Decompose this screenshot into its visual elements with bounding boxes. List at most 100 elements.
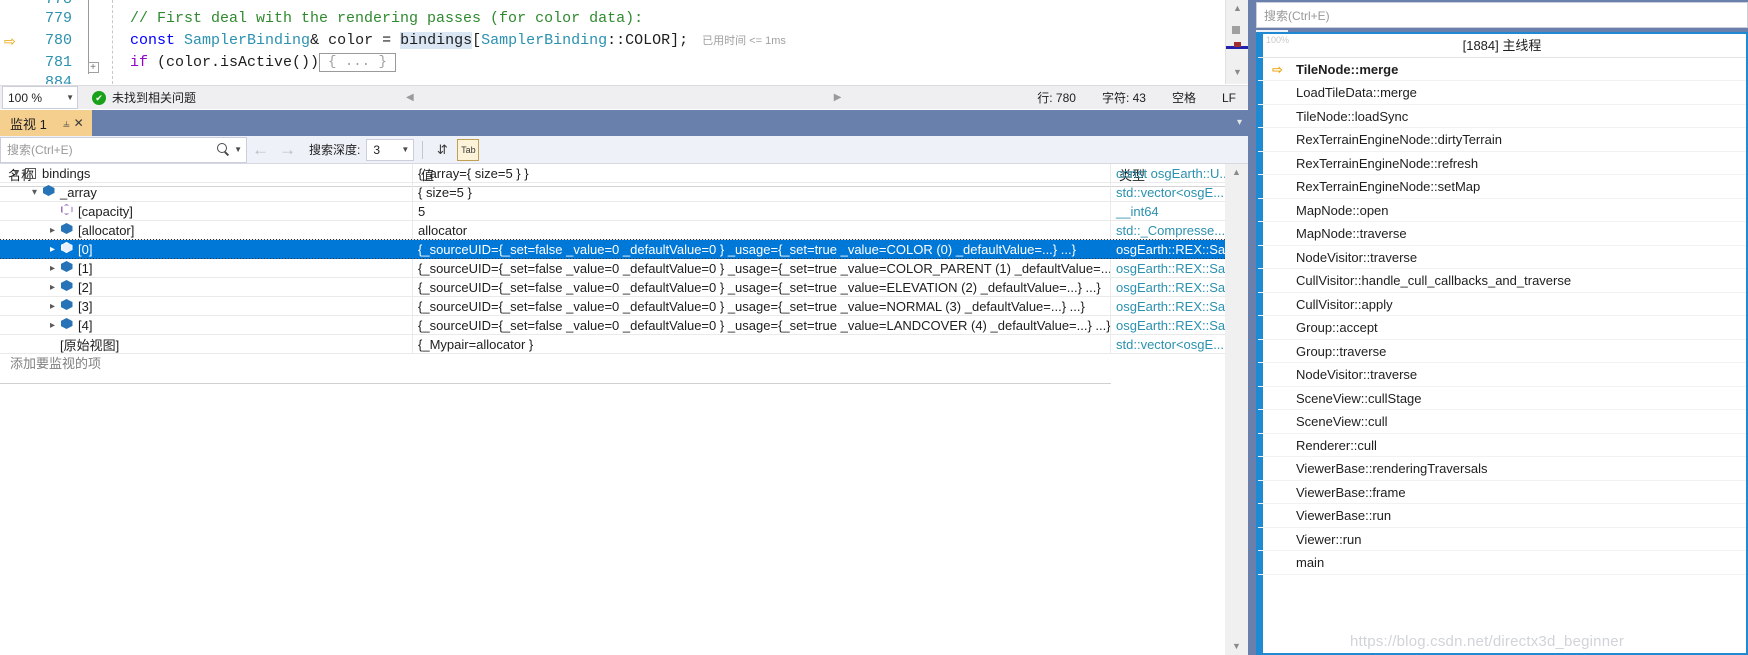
zoom-level-combobox[interactable]: 100 % ▼ <box>2 86 78 109</box>
expand-plus-icon[interactable]: + <box>87 62 99 74</box>
selected-identifier-bindings[interactable]: bindings <box>400 32 473 49</box>
row-expander-collapse[interactable] <box>10 168 23 179</box>
cell-value[interactable]: {_sourceUID={_set=false _value=0 _defaul… <box>413 277 1111 297</box>
table-row[interactable]: [0] {_sourceUID={_set=false _value=0 _def… <box>0 239 1248 259</box>
cell-name[interactable]: [capacity] <box>0 201 413 221</box>
status-indent-mode[interactable]: 空格 <box>1172 89 1196 106</box>
collapsed-block-box[interactable]: { ... } <box>319 52 396 72</box>
cell-name[interactable]: [2] <box>0 277 413 297</box>
call-stack-frame[interactable]: Viewer::run <box>1258 528 1746 551</box>
cell-name[interactable]: _array <box>0 182 413 202</box>
code-text-781[interactable]: if (color.isActive()){ ... } <box>130 52 396 73</box>
call-stack-frame[interactable]: RexTerrainEngineNode::refresh <box>1258 152 1746 175</box>
call-stack-frame[interactable]: Group::accept <box>1258 316 1746 340</box>
call-stack-frame[interactable]: LoadTileData::merge <box>1258 81 1746 105</box>
cell-value[interactable]: {_sourceUID={_set=false _value=0 _defaul… <box>413 296 1111 316</box>
cell-value[interactable]: { size=5 } <box>413 182 1111 202</box>
table-row[interactable]: [capacity] 5 __int64 <box>0 201 1248 221</box>
add-watch-item-row[interactable]: 添加要监视的项 <box>0 354 1248 374</box>
code-editor[interactable]: 778 779 // First deal with the rendering… <box>0 0 1240 84</box>
call-stack-frame[interactable]: Group::traverse <box>1258 340 1746 363</box>
scroll-down-arrow-icon[interactable]: ▼ <box>1226 64 1249 81</box>
call-stack-frame[interactable]: NodeVisitor::traverse <box>1258 363 1746 387</box>
call-stack-frame[interactable]: MapNode::traverse <box>1258 222 1746 246</box>
close-icon[interactable]: ✕ <box>74 116 84 130</box>
chevron-down-icon[interactable]: ▼ <box>401 145 409 154</box>
next-issue-arrow-icon[interactable]: ▶ <box>834 92 842 103</box>
cell-value[interactable]: {_sourceUID={_set=false _value=0 _defaul… <box>413 315 1111 335</box>
row-expander-expand[interactable] <box>46 244 59 255</box>
cell-name[interactable]: [4] <box>0 315 413 335</box>
call-stack-frame[interactable]: ViewerBase::frame <box>1258 481 1746 504</box>
pin-icon[interactable]: ⫨ <box>63 116 70 131</box>
search-prev-arrow-icon[interactable]: ← <box>252 140 269 160</box>
code-line-778[interactable]: 778 <box>0 0 1240 8</box>
table-row[interactable]: [allocator]allocatorstd::_Compresse... <box>0 220 1248 240</box>
table-row[interactable]: [1] {_sourceUID={_set=false _value=0 _def… <box>0 258 1248 278</box>
cell-value[interactable]: {_sourceUID={_set=false _value=0 _defaul… <box>413 258 1111 278</box>
table-row[interactable]: [4] {_sourceUID={_set=false _value=0 _def… <box>0 315 1248 335</box>
row-expander-expand[interactable] <box>46 301 59 312</box>
search-next-arrow-icon[interactable]: → <box>279 140 296 160</box>
code-line-884[interactable]: 884 <box>0 74 1240 84</box>
problems-status[interactable]: ✔ 未找到相关问题 <box>92 89 196 106</box>
call-stack-rows[interactable]: [1884] 主线程 ⇨ TileNode::merge LoadTileData::… <box>1258 34 1746 575</box>
code-line-781[interactable]: 781 + if (color.isActive()){ ... } <box>0 52 1240 74</box>
cell-value[interactable]: allocator <box>413 220 1111 240</box>
cell-value[interactable]: {_array={ size=5 } } <box>413 163 1111 183</box>
row-expander-collapse[interactable] <box>28 187 41 198</box>
watch-grid-body[interactable]: ⎯bindings{_array={ size=5 } }const osgEa… <box>0 163 1248 354</box>
call-stack-search-input[interactable]: 搜索(Ctrl+E) <box>1256 2 1748 28</box>
call-stack-frame[interactable]: CullVisitor::apply <box>1258 293 1746 316</box>
row-expander-expand[interactable] <box>46 225 59 236</box>
cell-name[interactable]: [allocator] <box>0 220 413 240</box>
compare-columns-button[interactable]: ⇵ <box>431 139 453 161</box>
call-stack-frame[interactable]: SceneView::cull <box>1258 410 1746 434</box>
call-stack-frame[interactable]: ViewerBase::renderingTraversals <box>1258 457 1746 481</box>
watch-search-input[interactable]: 搜索(Ctrl+E) ▼ <box>0 136 247 163</box>
table-row[interactable]: ⎯bindings{_array={ size=5 } }const osgEa… <box>0 163 1248 183</box>
row-expander-expand[interactable] <box>46 282 59 293</box>
call-stack-frame[interactable]: ⇨ TileNode::merge <box>1258 58 1746 81</box>
editor-vertical-scrollbar[interactable]: ▲ ▼ <box>1225 0 1249 84</box>
status-line-endings[interactable]: LF <box>1222 91 1236 105</box>
call-stack-frame[interactable]: main <box>1258 551 1746 575</box>
row-expander-expand[interactable] <box>46 320 59 331</box>
prev-issue-arrow-icon[interactable]: ◀ <box>406 92 414 103</box>
scroll-up-arrow-icon[interactable]: ▲ <box>1225 164 1248 181</box>
watch-vertical-scrollbar[interactable]: ▲ ▼ <box>1225 164 1248 655</box>
table-row[interactable]: [原始视图] {_Mypair=allocator } std::vector<os… <box>0 334 1248 354</box>
call-stack-frame[interactable]: RexTerrainEngineNode::dirtyTerrain <box>1258 128 1746 152</box>
scroll-up-arrow-icon[interactable]: ▲ <box>1226 0 1249 17</box>
cell-value[interactable]: {_Mypair=allocator } <box>413 334 1111 354</box>
call-stack-frame[interactable]: CullVisitor::handle_cull_callbacks_and_t… <box>1258 269 1746 293</box>
cell-name[interactable]: [原始视图] <box>0 334 413 354</box>
call-stack-frame[interactable]: SceneView::cullStage <box>1258 387 1746 410</box>
call-stack-frame[interactable]: ViewerBase::run <box>1258 504 1746 528</box>
cell-name[interactable]: ⎯ bindings <box>0 163 413 183</box>
call-stack-list[interactable]: 100% [1884] 主线程 ⇨ TileNode::merge LoadTileD… <box>1256 32 1748 655</box>
chevron-down-icon[interactable]: ▾ <box>1237 117 1242 128</box>
cell-name[interactable]: [0] <box>0 239 413 259</box>
row-expander-expand[interactable] <box>46 263 59 274</box>
code-line-780[interactable]: ⇨ 780 const SamplerBinding& color = bind… <box>0 30 1240 52</box>
call-stack-frame[interactable]: MapNode::open <box>1258 199 1746 222</box>
call-stack-frame[interactable]: RexTerrainEngineNode::setMap <box>1258 175 1746 199</box>
table-row[interactable]: [2] {_sourceUID={_set=false _value=0 _def… <box>0 277 1248 297</box>
code-line-779[interactable]: 779 // First deal with the rendering pas… <box>0 8 1240 30</box>
cell-name[interactable]: [3] <box>0 296 413 316</box>
chevron-down-icon[interactable]: ▼ <box>234 145 242 154</box>
search-depth-combobox[interactable]: 3 ▼ <box>366 138 415 161</box>
call-stack-frame[interactable]: NodeVisitor::traverse <box>1258 246 1746 269</box>
cell-value[interactable]: 5 <box>413 201 1111 221</box>
code-text-780[interactable]: const SamplerBinding& color = bindings[S… <box>130 30 786 52</box>
chevron-down-icon[interactable]: ▼ <box>66 93 74 102</box>
call-stack-frame[interactable]: TileNode::loadSync <box>1258 105 1746 128</box>
watch-grid[interactable]: 名称 值 类型 ⎯bindings{_array={ size=5 } }con… <box>0 163 1248 655</box>
search-icon[interactable] <box>217 143 230 156</box>
call-stack-frame[interactable]: Renderer::cull <box>1258 434 1746 457</box>
table-row[interactable]: _array{ size=5 }std::vector<osgE... <box>0 182 1248 202</box>
hex-display-button[interactable]: Tab <box>457 138 480 161</box>
tab-watch-1[interactable]: 监视 1 ⫨ ✕ <box>0 110 92 136</box>
scroll-down-arrow-icon[interactable]: ▼ <box>1225 638 1248 655</box>
